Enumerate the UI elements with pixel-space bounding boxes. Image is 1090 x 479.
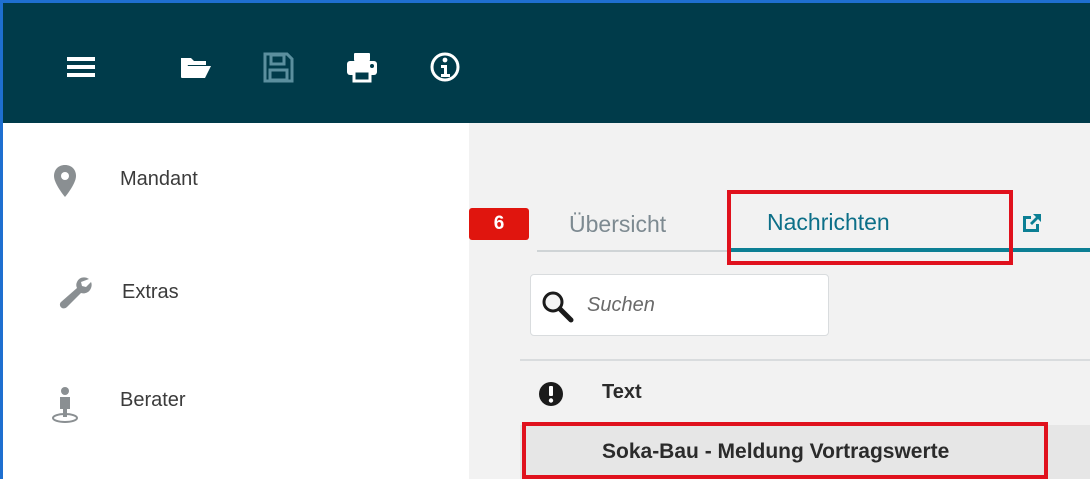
exclamation-icon — [537, 380, 565, 408]
folder-open-icon[interactable] — [177, 49, 213, 85]
sidebar-item-label: Berater — [120, 389, 186, 411]
list-header-separator — [520, 359, 1090, 361]
sidebar-item-berater[interactable]: Berater — [3, 385, 469, 445]
external-link-icon[interactable] — [1020, 211, 1044, 235]
person-icon — [49, 385, 81, 425]
tab-uebersicht[interactable]: Übersicht — [569, 211, 666, 238]
sidebar: Mandant Extras Berater — [3, 123, 469, 479]
print-icon[interactable] — [344, 49, 380, 85]
sidebar-item-extras[interactable]: Extras — [3, 273, 469, 333]
wrench-icon — [55, 273, 95, 313]
sidebar-item-label: Extras — [122, 281, 179, 303]
sidebar-item-label: Mandant — [120, 168, 198, 190]
search-input[interactable] — [587, 289, 817, 321]
save-icon[interactable] — [260, 49, 296, 85]
info-icon[interactable] — [427, 49, 463, 85]
message-subject[interactable]: Soka-Bau - Meldung Vortragswerte — [602, 440, 949, 464]
tab-nachrichten[interactable]: Nachrichten — [767, 209, 890, 236]
unread-count-badge: 6 — [469, 208, 529, 240]
top-toolbar — [3, 3, 1090, 123]
sidebar-item-mandant[interactable]: Mandant — [3, 163, 469, 223]
menu-icon[interactable] — [63, 49, 99, 85]
column-header-text[interactable]: Text — [602, 381, 642, 404]
active-tab-indicator — [730, 248, 1090, 252]
search-box[interactable] — [530, 274, 829, 336]
map-pin-icon — [49, 163, 81, 203]
search-icon — [540, 289, 574, 323]
